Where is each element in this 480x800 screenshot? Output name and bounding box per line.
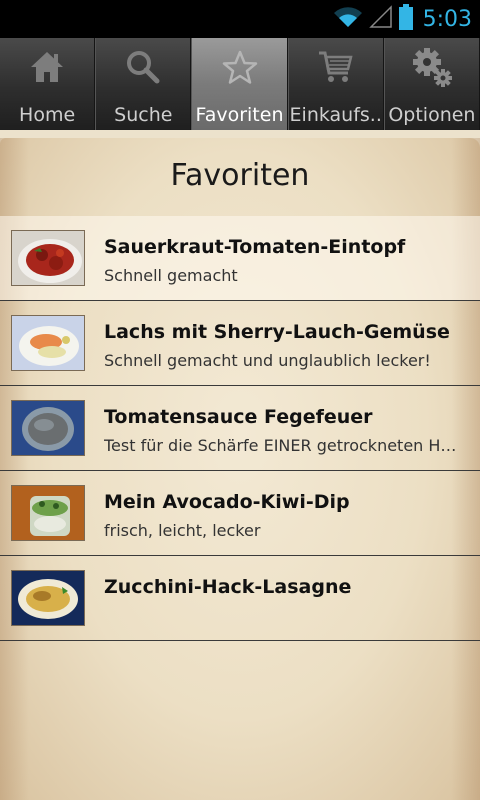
battery-icon — [398, 4, 413, 34]
status-icons: 5:03 — [333, 4, 472, 34]
recipe-subtitle: Schnell gemacht und unglaublich lecker! — [104, 351, 431, 370]
list-item[interactable]: Mein Avocado-Kiwi-Dip frisch, leicht, le… — [0, 471, 480, 556]
favorites-list: Sauerkraut-Tomaten-Eintopf Schnell gemac… — [0, 216, 480, 641]
tab-search-label: Suche — [114, 104, 173, 126]
tab-shopping[interactable]: Einkaufs.. — [287, 38, 384, 130]
recipe-subtitle: frisch, leicht, lecker — [104, 521, 261, 540]
recipe-title: Lachs mit Sherry-Lauch-Gemüse — [104, 321, 450, 343]
star-icon — [221, 46, 259, 88]
list-item[interactable]: Lachs mit Sherry-Lauch-Gemüse Schnell ge… — [0, 301, 480, 386]
tab-favorites-label: Favoriten — [195, 104, 284, 126]
recipe-thumbnail — [11, 570, 85, 626]
recipe-thumbnail — [11, 230, 85, 286]
signal-icon — [368, 5, 393, 33]
status-bar: 5:03 — [0, 0, 480, 38]
recipe-subtitle: Test für die Schärfe EINER getrockneten … — [104, 436, 464, 455]
tab-bar: Home Suche Favoriten Einkaufs.. Optionen — [0, 38, 480, 130]
recipe-title: Sauerkraut-Tomaten-Eintopf — [104, 236, 406, 258]
status-time: 5:03 — [422, 6, 472, 32]
list-item[interactable]: Zucchini-Hack-Lasagne — [0, 556, 480, 641]
tab-home[interactable]: Home — [0, 38, 96, 130]
list-item[interactable]: Tomatensauce Fegefeuer Test für die Schä… — [0, 386, 480, 471]
recipe-title: Tomatensauce Fegefeuer — [104, 406, 373, 428]
cart-icon — [317, 46, 355, 88]
recipe-subtitle: Schnell gemacht — [104, 266, 238, 285]
tab-options[interactable]: Optionen — [383, 38, 480, 130]
recipe-title: Mein Avocado-Kiwi-Dip — [104, 491, 350, 513]
recipe-thumbnail — [11, 315, 85, 371]
parchment-background: Favoriten Sauerkraut-Tomaten-Eintopf Sch — [0, 138, 480, 800]
search-icon — [125, 46, 161, 88]
gear-icon — [411, 46, 453, 88]
tab-search[interactable]: Suche — [95, 38, 192, 130]
list-item[interactable]: Sauerkraut-Tomaten-Eintopf Schnell gemac… — [0, 216, 480, 301]
home-icon — [29, 46, 65, 88]
tab-favorites[interactable]: Favoriten — [191, 38, 288, 130]
tab-options-label: Optionen — [388, 104, 476, 126]
recipe-title: Zucchini-Hack-Lasagne — [104, 576, 352, 598]
recipe-thumbnail — [11, 400, 85, 456]
recipe-thumbnail — [11, 485, 85, 541]
wifi-icon — [333, 5, 363, 33]
page-title: Favoriten — [170, 158, 310, 193]
tab-shopping-label: Einkaufs.. — [289, 104, 382, 126]
content-area: Favoriten Sauerkraut-Tomaten-Eintopf Sch — [0, 130, 480, 800]
tab-home-label: Home — [19, 104, 76, 126]
